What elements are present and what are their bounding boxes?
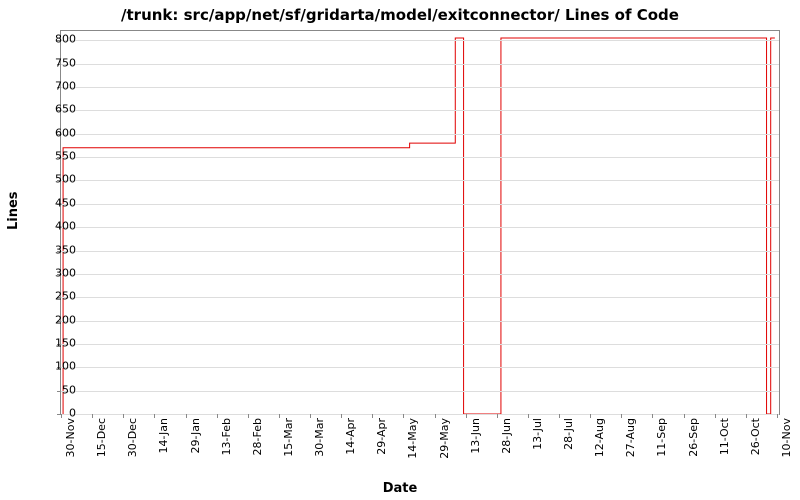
xtick-mark: [466, 414, 467, 418]
y-axis-label: Lines: [6, 191, 21, 230]
gridline-h: [61, 87, 779, 88]
xtick-label: 26-Sep: [687, 418, 700, 457]
xtick-label: 30-Nov: [64, 418, 77, 457]
gridline-h: [61, 391, 779, 392]
xtick-mark: [372, 414, 373, 418]
ytick-label: 50: [36, 383, 76, 396]
xtick-label: 28-Feb: [251, 418, 264, 455]
xtick-label: 27-Aug: [624, 418, 637, 457]
ytick-label: 350: [36, 243, 76, 256]
gridline-h: [61, 414, 779, 415]
ytick-label: 250: [36, 290, 76, 303]
xtick-mark: [341, 414, 342, 418]
plot-area: [60, 30, 780, 415]
gridline-h: [61, 40, 779, 41]
ytick-label: 750: [36, 56, 76, 69]
xtick-label: 29-Jan: [189, 418, 202, 454]
ytick-label: 600: [36, 126, 76, 139]
gridline-h: [61, 180, 779, 181]
gridline-h: [61, 110, 779, 111]
gridline-h: [61, 64, 779, 65]
gridline-h: [61, 157, 779, 158]
xtick-mark: [715, 414, 716, 418]
xtick-label: 28-Jul: [562, 418, 575, 450]
xtick-mark: [435, 414, 436, 418]
gridline-h: [61, 251, 779, 252]
x-axis-label: Date: [0, 481, 800, 496]
xtick-label: 11-Oct: [718, 418, 731, 455]
xtick-mark: [684, 414, 685, 418]
xtick-mark: [403, 414, 404, 418]
line-series: [61, 31, 779, 414]
xtick-label: 28-Jun: [500, 418, 513, 454]
xtick-label: 13-Jun: [469, 418, 482, 454]
xtick-mark: [528, 414, 529, 418]
gridline-h: [61, 367, 779, 368]
chart-title: /trunk: src/app/net/sf/gridarta/model/ex…: [0, 6, 800, 24]
xtick-mark: [248, 414, 249, 418]
xtick-mark: [777, 414, 778, 418]
xtick-label: 14-Apr: [344, 418, 357, 455]
ytick-label: 100: [36, 360, 76, 373]
xtick-mark: [123, 414, 124, 418]
gridline-h: [61, 134, 779, 135]
xtick-label: 15-Dec: [95, 418, 108, 457]
xtick-mark: [310, 414, 311, 418]
xtick-label: 14-May: [406, 418, 419, 459]
xtick-mark: [217, 414, 218, 418]
loc-chart: /trunk: src/app/net/sf/gridarta/model/ex…: [0, 0, 800, 500]
ytick-label: 700: [36, 80, 76, 93]
xtick-label: 14-Jan: [157, 418, 170, 454]
gridline-h: [61, 227, 779, 228]
xtick-label: 29-Apr: [375, 418, 388, 455]
xtick-mark: [652, 414, 653, 418]
xtick-label: 29-May: [438, 418, 451, 459]
xtick-label: 13-Feb: [220, 418, 233, 455]
gridline-h: [61, 204, 779, 205]
xtick-mark: [186, 414, 187, 418]
xtick-mark: [92, 414, 93, 418]
gridline-h: [61, 344, 779, 345]
ytick-label: 550: [36, 150, 76, 163]
gridline-h: [61, 297, 779, 298]
gridline-h: [61, 321, 779, 322]
xtick-label: 30-Mar: [313, 418, 326, 457]
gridline-h: [61, 274, 779, 275]
xtick-label: 10-Nov: [780, 418, 793, 457]
xtick-mark: [621, 414, 622, 418]
xtick-mark: [590, 414, 591, 418]
xtick-mark: [154, 414, 155, 418]
xtick-label: 15-Mar: [282, 418, 295, 457]
xtick-label: 30-Dec: [126, 418, 139, 457]
series-path: [63, 38, 775, 414]
xtick-label: 12-Aug: [593, 418, 606, 457]
ytick-label: 200: [36, 313, 76, 326]
xtick-mark: [746, 414, 747, 418]
ytick-label: 800: [36, 33, 76, 46]
xtick-label: 11-Sep: [655, 418, 668, 457]
ytick-label: 500: [36, 173, 76, 186]
ytick-label: 450: [36, 196, 76, 209]
ytick-label: 150: [36, 336, 76, 349]
xtick-mark: [279, 414, 280, 418]
xtick-mark: [497, 414, 498, 418]
ytick-label: 400: [36, 220, 76, 233]
xtick-mark: [559, 414, 560, 418]
ytick-label: 300: [36, 266, 76, 279]
xtick-label: 13-Jul: [531, 418, 544, 450]
xtick-label: 26-Oct: [749, 418, 762, 455]
ytick-label: 650: [36, 103, 76, 116]
